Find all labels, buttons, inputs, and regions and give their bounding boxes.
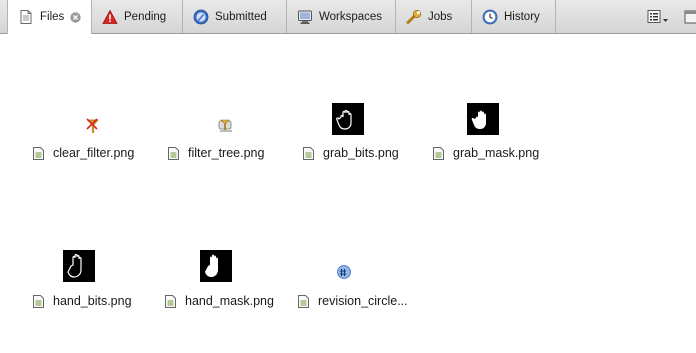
document-icon <box>20 10 32 24</box>
tab-jobs-label: Jobs <box>428 10 453 23</box>
tab-jobs[interactable]: Jobs <box>396 0 472 33</box>
file-name: grab_mask.png <box>453 146 540 160</box>
document-icon <box>168 146 179 160</box>
grab-mask-hand-icon <box>467 103 499 135</box>
revision-circle-icon <box>337 265 351 279</box>
wrench-icon <box>406 9 421 24</box>
tab-workspaces[interactable]: Workspaces <box>287 0 396 33</box>
filter-tree-icon <box>218 119 232 132</box>
file-name: grab_bits.png <box>323 146 399 160</box>
document-icon <box>33 146 44 160</box>
file-name: hand_bits.png <box>53 294 132 308</box>
file-name: revision_circle... <box>318 294 408 308</box>
document-icon <box>303 146 314 160</box>
document-icon <box>433 146 444 160</box>
document-icon <box>33 294 44 308</box>
document-icon <box>165 294 176 308</box>
tab-submitted[interactable]: Submitted <box>183 0 287 33</box>
tab-pending-label: Pending <box>124 10 167 23</box>
tab-submitted-label: Submitted <box>215 10 267 23</box>
file-name: filter_tree.png <box>188 146 265 160</box>
document-icon <box>298 294 309 308</box>
tab-history[interactable]: History <box>472 0 556 33</box>
file-name: clear_filter.png <box>53 146 135 160</box>
window-icon[interactable] <box>684 9 696 25</box>
hand-bits-icon <box>63 250 95 282</box>
close-icon[interactable] <box>70 11 81 23</box>
tab-files[interactable]: Files <box>7 0 92 34</box>
hand-mask-icon <box>200 250 232 282</box>
tab-pending[interactable]: Pending <box>92 0 183 33</box>
tab-bar: Files Pending Submitted Workspaces Jobs … <box>0 0 696 34</box>
monitor-icon <box>298 10 312 24</box>
clear-filter-icon <box>86 118 99 133</box>
file-browser-window: Files Pending Submitted Workspaces Jobs … <box>0 0 696 353</box>
warning-triangle-icon <box>102 9 118 24</box>
clock-icon <box>482 9 498 24</box>
tab-workspaces-label: Workspaces <box>319 10 383 23</box>
list-view-icon[interactable] <box>647 9 669 25</box>
file-grid: clear_filter.png filter_tree.png grab_bi… <box>0 34 696 353</box>
file-name: hand_mask.png <box>185 294 274 308</box>
submitted-circle-icon <box>193 9 209 24</box>
grab-bits-hand-icon <box>332 103 364 135</box>
tab-history-label: History <box>504 10 540 23</box>
tab-files-label: Files <box>40 11 65 23</box>
